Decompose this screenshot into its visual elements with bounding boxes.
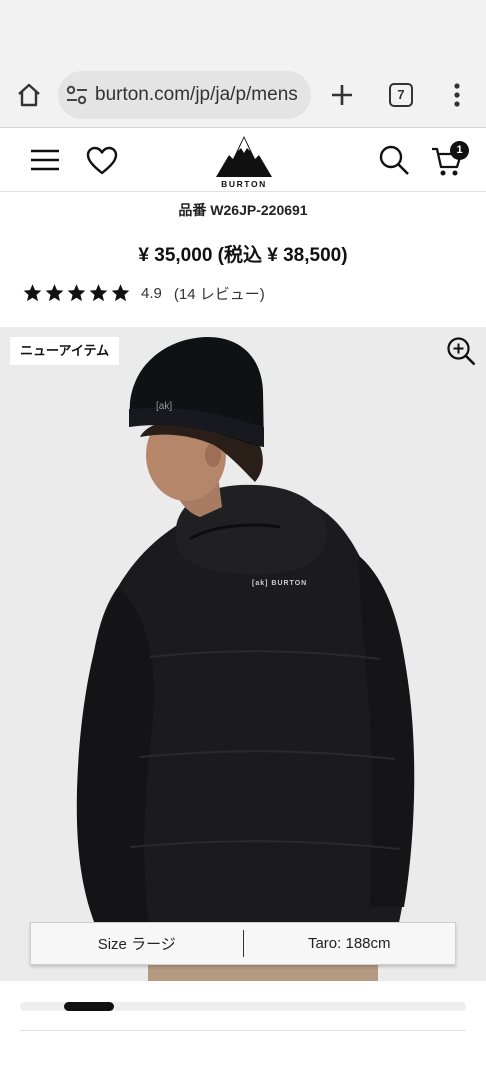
rating-value: 4.9 [141, 284, 162, 302]
home-icon[interactable] [14, 80, 44, 110]
divider [20, 1030, 466, 1031]
product-price: ¥ 35,000 (税込 ¥ 38,500) [138, 245, 348, 266]
logo-text: BURTON [221, 179, 267, 189]
model-size-info: Size ラージ Taro: 188cm [30, 922, 456, 965]
more-vert-icon[interactable] [445, 81, 469, 109]
beanie-print: [ak] [156, 401, 172, 412]
address-bar[interactable]: burton.com/jp/ja/p/mens [58, 71, 311, 119]
rating-stars [22, 283, 131, 303]
jacket-print: [ak] BURTON [252, 580, 307, 587]
star-icon [89, 284, 108, 302]
star-icon [67, 284, 86, 302]
review-count-link[interactable]: (14 レビュー) [174, 283, 265, 304]
tune-icon[interactable] [66, 85, 88, 105]
zoom-in-icon[interactable] [446, 336, 476, 366]
site-header: BURTON 1 [0, 129, 486, 192]
size-label: Size ラージ [97, 936, 176, 953]
url-text: burton.com/jp/ja/p/mens [95, 84, 298, 105]
browser-toolbar: burton.com/jp/ja/p/mens 7 [0, 62, 486, 128]
mountain-logo-icon [216, 136, 272, 177]
status-bar [0, 0, 486, 62]
plus-icon[interactable] [328, 81, 356, 109]
search-icon[interactable] [378, 144, 410, 176]
star-icon [45, 284, 64, 302]
menu-icon[interactable] [30, 148, 60, 172]
cart-count-badge: 1 [450, 141, 469, 160]
carousel-scroll-thumb[interactable] [64, 1002, 114, 1011]
cart-button[interactable]: 1 [429, 141, 469, 181]
rating-row[interactable]: 4.9 (14 レビュー) [22, 282, 265, 304]
burton-logo[interactable]: BURTON [213, 133, 275, 191]
model-height-label: Taro: 188cm [307, 935, 391, 952]
heart-icon[interactable] [86, 146, 118, 176]
product-photo: [ak] [ak] BURTON [76, 336, 415, 981]
carousel-scrollbar[interactable] [20, 1002, 466, 1011]
product-sku: 品番 W26JP-220691 [178, 202, 308, 218]
tabs-icon[interactable]: 7 [389, 83, 413, 107]
new-item-badge: ニューアイテム [10, 337, 120, 365]
star-icon [111, 284, 130, 302]
product-image-carousel[interactable]: [ak] [ak] BURTON ニューアイテム Size ラージ Taro: … [0, 327, 486, 981]
star-icon [23, 284, 42, 302]
